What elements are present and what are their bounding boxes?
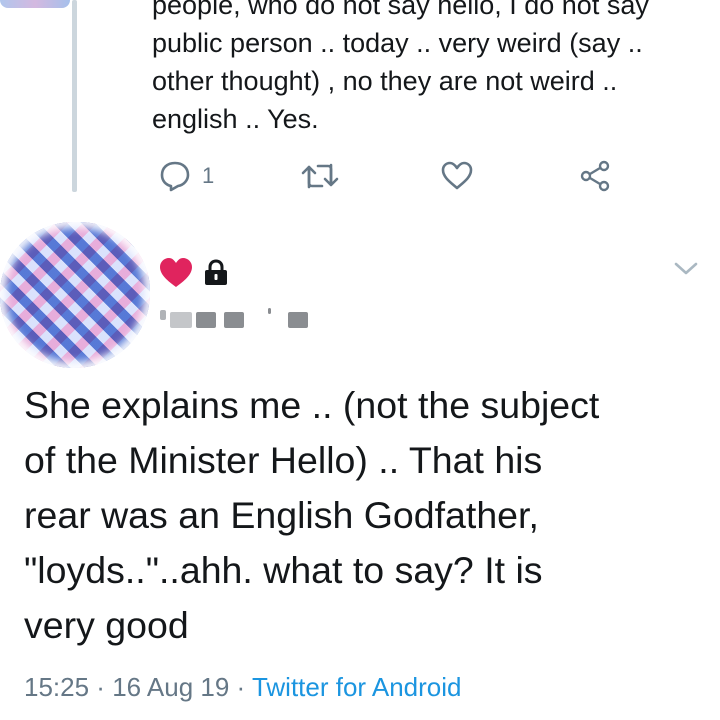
tweet-metadata: 15:25 · 16 Aug 19 · Twitter for Android [24,672,462,703]
tweet-line: rear was an English Godfather, [24,494,539,536]
like-button[interactable] [440,156,474,196]
tweet-line: "loyds.."..ahh. what to say? It is [24,549,543,591]
tweet-action-bar: 1 [150,156,620,196]
share-button[interactable] [578,156,612,196]
avatar[interactable] [0,222,150,368]
retweet-button[interactable] [300,156,340,196]
meta-separator: · [89,672,113,702]
previous-avatar-edge [0,0,70,8]
tweet-body: She explains me .. (not the subject of t… [24,378,714,653]
reply-button[interactable]: 1 [158,156,214,196]
previous-tweet-text: people, who do not say hello, I do not s… [152,0,712,138]
tweet-date[interactable]: 16 Aug 19 [112,672,229,702]
retweet-icon [301,163,339,189]
tweet-source-link[interactable]: Twitter for Android [252,672,462,702]
reply-count: 1 [202,163,215,188]
tweet-time[interactable]: 15:25 [24,672,89,702]
previous-tweet-line: other thought) , no they are not weird .… [152,66,618,96]
tweet-line: of the Minister Hello) .. That his [24,439,543,481]
tweet-line: very good [24,604,189,646]
reply-icon [160,161,190,192]
previous-tweet-line: public person .. today .. very weird (sa… [152,28,643,58]
lock-icon [202,258,230,291]
previous-tweet-line: english .. Yes. [152,104,319,134]
thread-connector-line [72,0,77,192]
like-icon [441,161,473,190]
meta-separator: · [229,672,252,702]
tweet-line: She explains me .. (not the subject [24,384,600,426]
red-heart-icon [158,256,194,295]
redacted-handle [160,308,310,332]
previous-tweet-line: people, who do not say hello, I do not s… [152,0,649,20]
share-icon [580,160,610,192]
chevron-down-icon[interactable] [673,258,699,283]
